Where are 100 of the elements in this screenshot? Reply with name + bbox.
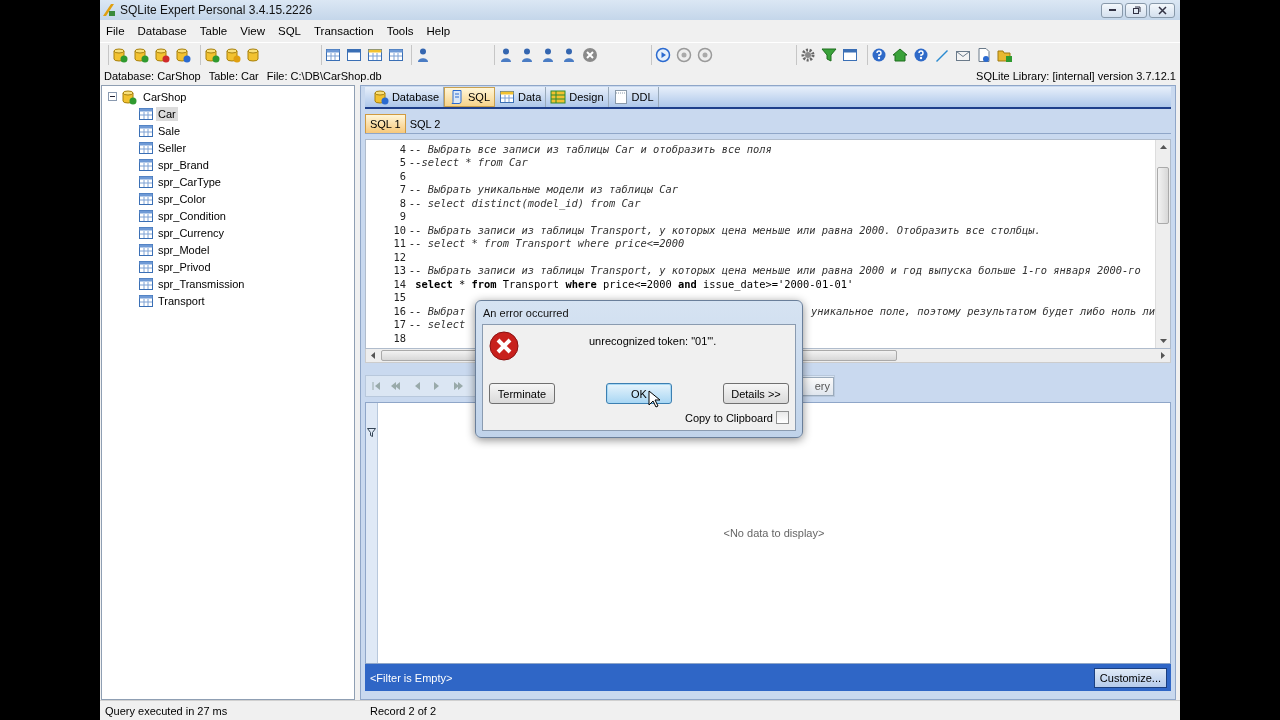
user-icon[interactable] [415, 47, 431, 63]
tree-item[interactable]: CarShop [141, 89, 189, 104]
line-number: 15 [392, 291, 407, 304]
table-icon[interactable] [325, 47, 341, 63]
close-button[interactable] [1149, 2, 1175, 18]
menu-item[interactable]: Tools [386, 25, 414, 37]
table-icon [138, 207, 154, 224]
close-icon [1157, 5, 1167, 15]
line-number: 7 [398, 183, 407, 196]
filter-icon[interactable] [821, 47, 837, 63]
tree-item[interactable]: spr_Privod [156, 259, 213, 274]
tree-item[interactable]: spr_Condition [156, 208, 228, 223]
help-icon[interactable] [871, 47, 887, 63]
menu-item[interactable]: Table [199, 25, 228, 37]
table-icon[interactable] [367, 47, 383, 63]
minimize-button[interactable] [1101, 2, 1123, 18]
database-icon[interactable] [133, 47, 149, 63]
line-number: 14 [392, 277, 407, 290]
tree-item[interactable]: spr_Currency [156, 225, 227, 240]
line-number: 16 [392, 304, 407, 317]
database-icon [121, 88, 137, 105]
table-icon [138, 190, 154, 207]
dialog-title: An error occurred [483, 307, 570, 319]
database-icon[interactable] [246, 47, 262, 63]
scroll-left-icon[interactable] [369, 352, 375, 359]
gear-icon[interactable] [800, 47, 816, 63]
tab[interactable]: Design [546, 87, 609, 107]
tree-item[interactable]: spr_Color [156, 191, 208, 206]
line-number: 13 [392, 264, 407, 277]
dialog-button[interactable]: Terminate [489, 383, 555, 404]
table-icon [138, 275, 154, 292]
checkbox-label: Copy to Clipboard [684, 411, 773, 424]
document-icon[interactable] [976, 47, 992, 63]
table-icon [138, 105, 154, 122]
table-icon[interactable] [388, 47, 404, 63]
window-icon[interactable] [346, 47, 362, 63]
scroll-thumb[interactable] [1157, 167, 1169, 224]
library-version: SQLite Library: [internal] version 3.7.12.1 [976, 70, 1176, 82]
database-icon[interactable] [112, 47, 128, 63]
scroll-up-icon[interactable] [1159, 144, 1167, 149]
cancel-icon[interactable] [582, 47, 598, 63]
menu-item[interactable]: View [240, 25, 265, 37]
record-count: Record 2 of 2 [370, 704, 437, 717]
line-number: 10 [392, 223, 407, 236]
line-number: 4 [398, 142, 407, 155]
window-icon[interactable] [842, 47, 858, 63]
table-icon [138, 173, 154, 190]
user-icon[interactable] [561, 47, 577, 63]
code-line: -- Выбрать записи из таблицы Transport, у которых цена меньше или равна 2000. Отобразить все столбцы. [408, 223, 1041, 236]
table-icon [138, 224, 154, 241]
folder-icon[interactable] [997, 47, 1013, 63]
tab[interactable]: Data [495, 87, 547, 107]
tree-item[interactable]: Transport [156, 293, 207, 308]
menu-item[interactable]: SQL [278, 25, 301, 37]
minimize-icon [1108, 9, 1116, 11]
user-icon[interactable] [519, 47, 535, 63]
tree-item[interactable]: Seller [156, 140, 189, 155]
tree-item[interactable]: spr_Model [156, 242, 212, 257]
database-icon[interactable] [204, 47, 220, 63]
dialog-button[interactable]: Details >> [723, 383, 789, 404]
document-icon [612, 89, 629, 105]
tree-item[interactable]: Sale [156, 123, 183, 138]
menu-item[interactable]: File [106, 25, 125, 37]
menu-item[interactable]: Database [137, 25, 187, 37]
tree-item[interactable]: Car [156, 106, 178, 121]
checkbox[interactable] [776, 411, 789, 424]
customize-button[interactable]: Customize... [1093, 667, 1167, 688]
cursor-icon [648, 390, 660, 408]
home-icon[interactable] [892, 47, 908, 63]
user-icon[interactable] [540, 47, 556, 63]
database-icon[interactable] [225, 47, 241, 63]
filter-icon[interactable] [366, 428, 376, 437]
tab[interactable]: Database [368, 87, 444, 107]
sql-editor[interactable] [364, 139, 1171, 349]
scroll-down-icon[interactable] [1159, 339, 1167, 344]
error-icon [489, 331, 519, 361]
menu-item[interactable]: Transaction [314, 25, 374, 37]
table-label: Table: Car [208, 70, 259, 82]
scroll-right-icon[interactable] [1161, 352, 1166, 359]
vertical-scrollbar[interactable] [1155, 140, 1170, 348]
tab[interactable]: DDL [608, 87, 659, 107]
tree-item[interactable]: spr_Transmission [156, 276, 247, 291]
play-icon[interactable] [655, 47, 671, 63]
restore-button[interactable] [1125, 2, 1147, 18]
user-icon[interactable] [498, 47, 514, 63]
database-icon[interactable] [175, 47, 191, 63]
menu-item[interactable]: Help [426, 25, 451, 37]
script-icon [449, 89, 465, 105]
empty-message: <No data to display> [723, 527, 825, 539]
tree-item[interactable]: spr_CarType [156, 174, 223, 189]
code-line: select* from Transport where price<=2000 and issue_date>='2000-01-01' [414, 277, 854, 290]
line-number: 17 [392, 318, 407, 331]
dialog-button[interactable]: OK [606, 383, 672, 404]
error-message: unrecognized token: "01'". [589, 335, 717, 347]
database-icon[interactable] [154, 47, 170, 63]
tab[interactable]: SQL 2 [405, 115, 445, 133]
collapse-icon[interactable] [108, 92, 117, 101]
tree-item[interactable]: spr_Brand [156, 157, 211, 172]
tab[interactable]: SQL 1 [364, 114, 406, 133]
tab[interactable]: SQL [444, 87, 496, 107]
